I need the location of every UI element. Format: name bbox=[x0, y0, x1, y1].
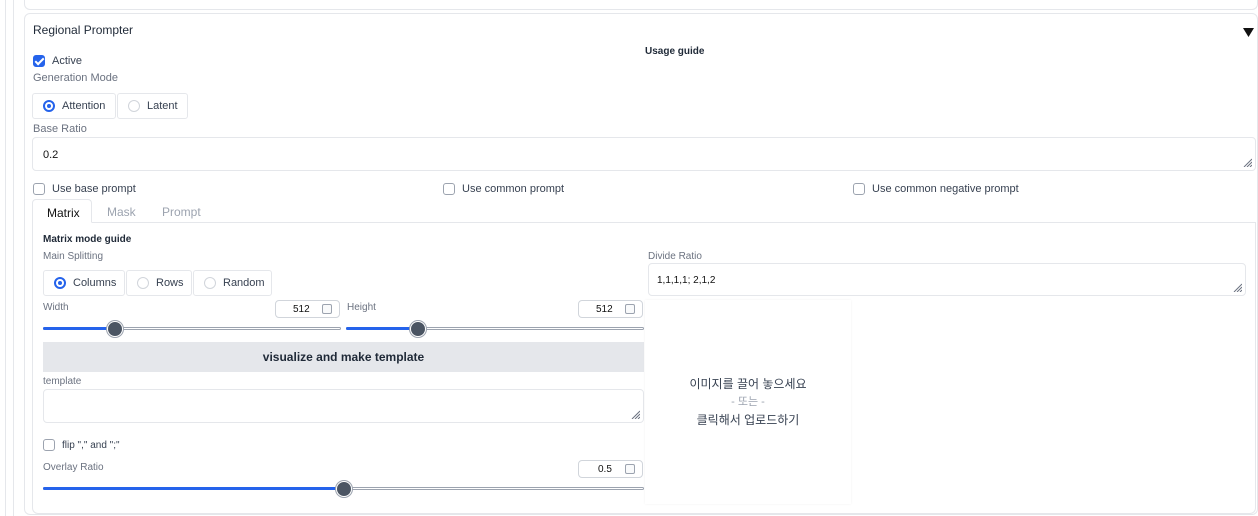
main-splitting-label: Main Splitting bbox=[43, 251, 104, 262]
flip-label: flip "," and ";" bbox=[62, 439, 120, 451]
active-checkbox[interactable]: Active bbox=[33, 55, 82, 67]
tab-matrix[interactable]: Matrix bbox=[32, 199, 92, 223]
active-label: Active bbox=[52, 55, 82, 67]
use-base-prompt-label: Use base prompt bbox=[52, 183, 136, 195]
overlay-ratio-slider-fill bbox=[43, 487, 344, 490]
overlay-ratio-spinner-icon[interactable] bbox=[625, 464, 635, 474]
divide-ratio-label: Divide Ratio bbox=[648, 251, 702, 262]
upload-click-text: 클릭해서 업로드하기 bbox=[696, 413, 800, 427]
height-spinner-icon[interactable] bbox=[625, 304, 635, 314]
radio-random-label: Random bbox=[223, 277, 265, 289]
use-common-prompt-label: Use common prompt bbox=[462, 183, 565, 195]
flip-checkbox[interactable]: flip "," and ";" bbox=[43, 439, 120, 451]
radio-columns[interactable]: Columns bbox=[43, 270, 125, 296]
use-common-negative-prompt-box[interactable] bbox=[853, 183, 865, 195]
use-common-prompt-checkbox[interactable]: Use common prompt bbox=[443, 183, 564, 195]
use-common-prompt-box[interactable] bbox=[443, 183, 455, 195]
matrix-mode-guide[interactable]: Matrix mode guide bbox=[43, 234, 131, 245]
overlay-ratio-number-input[interactable]: 0.5 bbox=[578, 460, 643, 478]
left-border bbox=[5, 0, 6, 516]
radio-columns-dot[interactable] bbox=[54, 277, 66, 289]
generation-mode-radio-group: Attention Latent bbox=[32, 93, 188, 119]
width-slider[interactable] bbox=[43, 320, 341, 338]
divide-ratio-input[interactable]: 1,1,1,1; 2,1,2 bbox=[648, 263, 1246, 296]
triangle-down-icon[interactable] bbox=[1243, 24, 1254, 42]
width-slider-thumb[interactable] bbox=[107, 321, 123, 337]
base-ratio-input[interactable]: 0.2 bbox=[32, 137, 1256, 171]
radio-columns-label: Columns bbox=[73, 277, 117, 289]
overlay-ratio-slider[interactable] bbox=[43, 480, 644, 498]
radio-attention-dot[interactable] bbox=[43, 100, 55, 112]
generation-mode-label: Generation Mode bbox=[33, 72, 118, 84]
base-ratio-value: 0.2 bbox=[43, 149, 59, 161]
template-label: template bbox=[43, 376, 82, 387]
flip-checkbox-box[interactable] bbox=[43, 439, 55, 451]
upload-drop-text: 이미지를 끌어 놓으세요 bbox=[689, 377, 807, 391]
template-input[interactable] bbox=[43, 389, 644, 423]
overlay-ratio-label: Overlay Ratio bbox=[43, 462, 104, 473]
overlay-ratio-slider-thumb[interactable] bbox=[336, 481, 352, 497]
usage-guide-link[interactable]: Usage guide bbox=[645, 46, 704, 57]
visualize-button-label: visualize and make template bbox=[262, 350, 425, 364]
height-label: Height bbox=[347, 302, 376, 313]
visualize-button[interactable]: visualize and make template bbox=[43, 342, 644, 372]
use-base-prompt-box[interactable] bbox=[33, 183, 45, 195]
radio-latent-dot[interactable] bbox=[128, 100, 140, 112]
use-common-negative-prompt-checkbox[interactable]: Use common negative prompt bbox=[853, 183, 1019, 195]
resize-handle-icon[interactable] bbox=[1232, 282, 1242, 292]
left-border-inner bbox=[13, 0, 14, 516]
active-checkbox-box[interactable] bbox=[33, 55, 45, 67]
divide-ratio-value: 1,1,1,1; 2,1,2 bbox=[657, 275, 716, 286]
tab-mask[interactable]: Mask bbox=[107, 205, 136, 219]
upload-or-text: - 또는 - bbox=[731, 396, 765, 408]
radio-attention[interactable]: Attention bbox=[32, 93, 116, 119]
height-number-input[interactable]: 512 bbox=[578, 300, 643, 318]
radio-attention-label: Attention bbox=[62, 100, 106, 112]
height-slider-fill bbox=[346, 327, 418, 330]
overlay-ratio-value: 0.5 bbox=[598, 464, 612, 475]
width-label: Width bbox=[43, 302, 69, 313]
width-number-input[interactable]: 512 bbox=[275, 300, 340, 318]
resize-handle-icon[interactable] bbox=[630, 409, 640, 419]
radio-rows-dot[interactable] bbox=[137, 277, 149, 289]
main-splitting-radio-group: Columns Rows Random bbox=[43, 270, 272, 296]
height-slider-thumb[interactable] bbox=[410, 321, 426, 337]
radio-latent[interactable]: Latent bbox=[117, 93, 188, 119]
radio-random-dot[interactable] bbox=[204, 277, 216, 289]
height-value: 512 bbox=[596, 304, 613, 315]
radio-rows-label: Rows bbox=[156, 277, 184, 289]
tab-matrix-label: Matrix bbox=[47, 206, 80, 220]
width-value: 512 bbox=[293, 304, 310, 315]
width-slider-fill bbox=[43, 327, 115, 330]
use-base-prompt-checkbox[interactable]: Use base prompt bbox=[33, 183, 136, 195]
resize-handle-icon[interactable] bbox=[1242, 157, 1252, 167]
base-ratio-label: Base Ratio bbox=[33, 123, 87, 135]
tab-prompt[interactable]: Prompt bbox=[162, 205, 201, 219]
use-common-negative-prompt-label: Use common negative prompt bbox=[872, 183, 1019, 195]
width-spinner-icon[interactable] bbox=[322, 304, 332, 314]
radio-rows[interactable]: Rows bbox=[126, 270, 192, 296]
height-slider[interactable] bbox=[346, 320, 644, 338]
radio-random[interactable]: Random bbox=[193, 270, 272, 296]
radio-latent-label: Latent bbox=[147, 100, 178, 112]
image-upload-dropzone[interactable]: 이미지를 끌어 놓으세요 - 또는 - 클릭해서 업로드하기 bbox=[645, 300, 851, 504]
previous-panel-edge bbox=[24, 0, 1258, 10]
panel-title[interactable]: Regional Prompter bbox=[33, 23, 133, 37]
